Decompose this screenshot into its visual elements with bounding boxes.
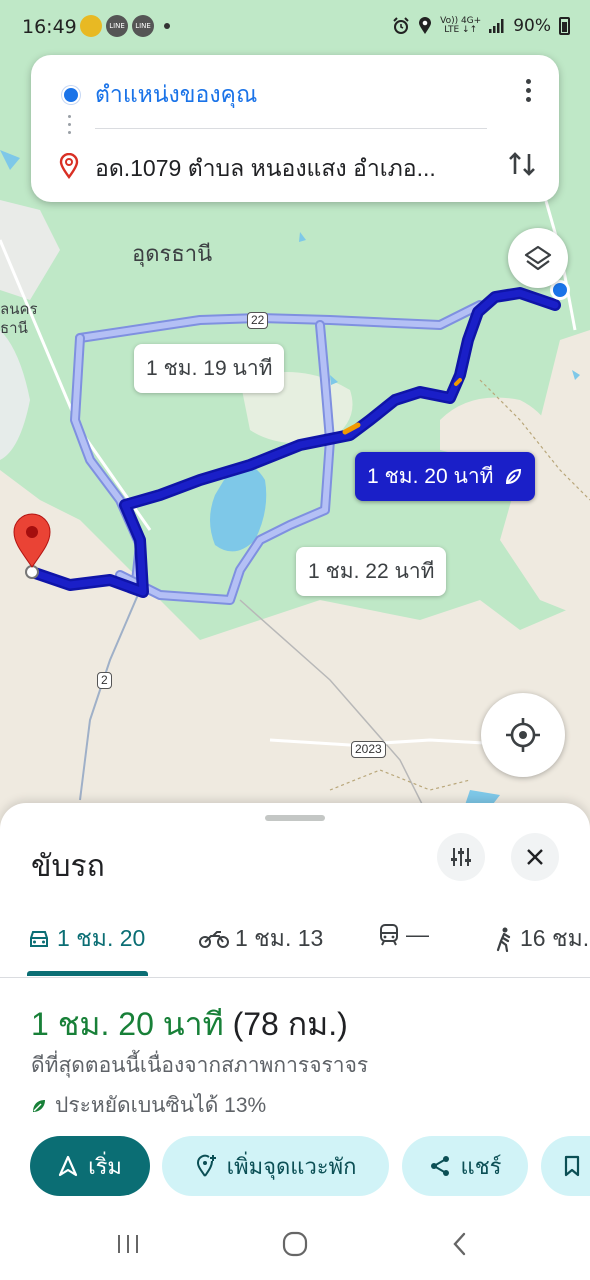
- app-notification-icon: [80, 15, 102, 37]
- eco-leaf-icon: [506, 468, 522, 484]
- back-icon: [453, 1232, 466, 1256]
- transit-icon: [380, 923, 398, 945]
- sheet-title: ขับรถ: [31, 850, 105, 883]
- my-location-button[interactable]: [481, 693, 565, 777]
- town-label: ลนคร ธานี: [0, 300, 38, 338]
- recent-apps-button[interactable]: [108, 1227, 148, 1261]
- tab-walking-label: 16 ชม.: [520, 925, 590, 951]
- status-bar: 16:49 LINE LINE Vo)) 4G+ LTE ↓↑ 90%: [0, 0, 590, 56]
- home-button[interactable]: [275, 1227, 315, 1261]
- more-options-button[interactable]: [523, 79, 533, 109]
- city-label: อุดรธานี: [132, 241, 213, 266]
- eco-savings-text: ประหยัดเบนซินได้ 13%: [55, 1094, 267, 1117]
- system-nav-bar: [0, 1213, 590, 1280]
- share-icon: [430, 1156, 449, 1176]
- route-duration: 1 ชม. 20 นาที: [31, 1006, 224, 1042]
- status-right: Vo)) 4G+ LTE ↓↑ 90%: [392, 16, 570, 36]
- network-type: Vo)) 4G+ LTE ↓↑: [440, 17, 481, 35]
- tab-transit-label: —: [406, 921, 429, 947]
- origin-dot-icon: [62, 86, 80, 104]
- town-label-line2: ธานี: [0, 320, 28, 337]
- route-connector: [68, 115, 71, 139]
- travel-mode-tabs: 1 ชม. 20 1 ชม. 13 — 16 ชม.: [0, 903, 590, 978]
- layers-icon: [524, 245, 552, 271]
- action-buttons: เริ่ม เพิ่มจุดแวะพัก แชร์: [0, 1136, 590, 1198]
- tab-walking[interactable]: 16 ชม.: [494, 921, 589, 957]
- add-stop-label: เพิ่มจุดแวะพัก: [226, 1153, 357, 1179]
- share-button[interactable]: แชร์: [402, 1136, 528, 1196]
- tab-motorcycle-label: 1 ชม. 13: [235, 925, 324, 951]
- route-reason: ดีที่สุดตอนนี้เนื่องจากสภาพการจราจร: [31, 1054, 369, 1077]
- origin-field[interactable]: ตำแหน่งของคุณ: [95, 77, 257, 113]
- route-summary: 1 ชม. 20 นาที (78 กม.): [31, 999, 348, 1050]
- more-notifications-icon: [164, 23, 170, 29]
- tab-motorcycle[interactable]: 1 ชม. 13: [199, 921, 323, 957]
- start-button[interactable]: เริ่ม: [30, 1136, 150, 1196]
- directions-card: ตำแหน่งของคุณ อด.1079 ตำบล หนองแสง อำเภอ…: [31, 55, 559, 202]
- battery-icon: [559, 17, 570, 35]
- motorcycle-icon: [199, 931, 229, 948]
- field-divider: [95, 128, 487, 129]
- tune-icon: [451, 848, 471, 866]
- sheet-drag-handle[interactable]: [265, 815, 325, 821]
- bookmark-icon: [564, 1155, 580, 1177]
- add-location-icon: [196, 1154, 216, 1177]
- line-notification-icon: LINE: [106, 15, 128, 37]
- share-label: แชร์: [460, 1153, 502, 1179]
- tab-driving[interactable]: 1 ชม. 20: [27, 921, 145, 957]
- crosshair-icon: [506, 718, 540, 752]
- destination-pin-icon: [59, 153, 79, 179]
- notification-icons: LINE LINE: [80, 15, 170, 37]
- car-icon: [30, 931, 48, 947]
- route-shield-2: 2: [97, 672, 112, 689]
- tab-driving-label: 1 ชม. 20: [57, 925, 146, 951]
- recent-apps-icon: [118, 1235, 138, 1253]
- status-time: 16:49: [22, 16, 77, 38]
- back-button[interactable]: [440, 1227, 480, 1261]
- route-distance: (78 กม.): [232, 1006, 348, 1042]
- route-shield-22: 22: [247, 312, 269, 329]
- alt-route-label-1[interactable]: 1 ชม. 19 นาที: [134, 344, 285, 393]
- location-icon: [419, 17, 432, 34]
- add-stop-button[interactable]: เพิ่มจุดแวะพัก: [162, 1136, 389, 1196]
- main-route-label[interactable]: 1 ชม. 20 นาที: [355, 452, 536, 501]
- battery-percent: 90%: [513, 16, 551, 36]
- walk-icon: [496, 927, 511, 952]
- alarm-icon: [393, 17, 409, 34]
- line-notification-icon-2: LINE: [132, 15, 154, 37]
- tab-transit[interactable]: —: [378, 921, 429, 948]
- leaf-icon: [33, 1099, 45, 1112]
- network-bottom: LTE ↓↑: [444, 25, 478, 35]
- swap-icon[interactable]: [505, 147, 539, 181]
- save-button[interactable]: [541, 1136, 590, 1196]
- destination-field[interactable]: อด.1079 ตำบล หนองแสง อำเภอ...: [95, 151, 436, 187]
- close-icon: [527, 849, 543, 865]
- navigation-arrow-icon: [58, 1155, 78, 1177]
- home-icon: [282, 1231, 308, 1257]
- route-shield-2023: 2023: [351, 741, 386, 758]
- eco-savings: ประหยัดเบนซินได้ 13%: [31, 1089, 266, 1122]
- town-label-line1: ลนคร: [0, 301, 38, 318]
- layers-button[interactable]: [508, 228, 568, 288]
- route-options-button[interactable]: [437, 833, 485, 881]
- directions-sheet: ขับรถ 1 ชม. 20 1 ชม. 13 — 16 ชม. 1 ชม. 2…: [0, 803, 590, 1280]
- alt-route-label-2[interactable]: 1 ชม. 22 นาที: [296, 547, 447, 596]
- signal-icon: [489, 19, 504, 33]
- main-route-time: 1 ชม. 20 นาที: [367, 465, 494, 488]
- active-tab-indicator: [27, 971, 148, 976]
- close-button[interactable]: [511, 833, 559, 881]
- start-button-label: เริ่ม: [88, 1153, 122, 1179]
